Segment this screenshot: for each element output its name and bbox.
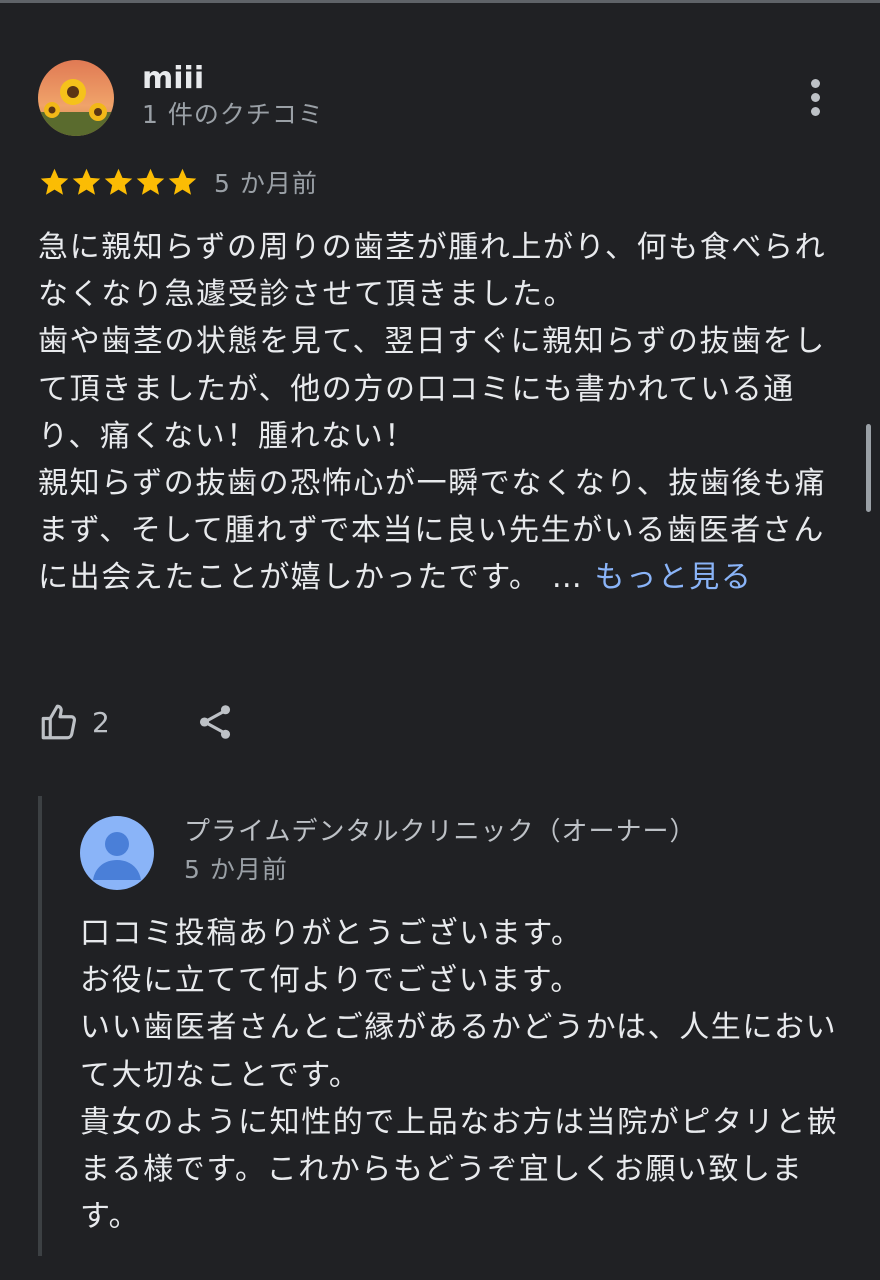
scrollbar[interactable] xyxy=(866,424,871,512)
review-paragraph: 歯や歯茎の状態を見て、翌日すぐに親知らずの抜歯をして頂きましたが、他の方の口コミ… xyxy=(38,324,826,454)
reviewer-review-count[interactable]: 1 件のクチコミ xyxy=(142,98,324,132)
reply-indent-bar xyxy=(38,796,42,1256)
review-actions: 2 xyxy=(38,696,236,748)
sunflower-avatar-image xyxy=(38,60,114,136)
owner-name: プライムデンタルクリニック（オーナー） xyxy=(184,817,697,847)
reviewer-avatar[interactable] xyxy=(38,60,114,136)
star-icon xyxy=(72,168,101,195)
star-icon xyxy=(104,168,133,195)
person-icon xyxy=(80,816,154,890)
star-icon xyxy=(136,168,165,195)
review-paragraph: 急に親知らずの周りの歯茎が腫れ上がり、何も食べられなくなり急遽受診させて頂きまし… xyxy=(38,230,827,313)
reviewer-name[interactable]: miii xyxy=(142,60,204,98)
like-button[interactable]: 2 xyxy=(38,701,110,743)
like-count: 2 xyxy=(92,705,110,739)
reply-time: 5 か月前 xyxy=(184,855,288,884)
owner-reply-text: 口コミ投稿ありがとうございます。 お役に立てて何よりでございます。 いい歯医者さ… xyxy=(80,910,840,1240)
reply-paragraph: 貴女のように知性的で上品なお方は当院がピタリと嵌まる様です。これからもどうぞ宜し… xyxy=(80,1104,839,1235)
star-icon xyxy=(40,168,69,195)
top-divider xyxy=(0,0,880,3)
reply-paragraph: 口コミ投稿ありがとうございます。 xyxy=(80,916,583,951)
share-button[interactable] xyxy=(194,701,236,743)
thumb-up-icon xyxy=(41,704,77,740)
owner-avatar[interactable] xyxy=(80,816,154,890)
star-icon xyxy=(168,168,197,195)
reply-paragraph: いい歯医者さんとご縁があるかどうかは、人生において大切なことです。 xyxy=(80,1010,838,1093)
review-header: miii 1 件のクチコミ xyxy=(38,60,838,140)
reply-paragraph: お役に立てて何よりでございます。 xyxy=(80,963,582,999)
more-vert-icon xyxy=(810,79,820,88)
review-text: 急に親知らずの周りの歯茎が腫れ上がり、何も食べられなくなり急遽受診させて頂きまし… xyxy=(38,224,828,602)
review-paragraph: 親知らずの抜歯の恐怖心が一瞬でなくなり、抜歯後も痛まず、そして腫れずで本当に良い… xyxy=(38,460,828,602)
ellipsis: … xyxy=(540,560,584,596)
review-time: 5 か月前 xyxy=(214,169,318,198)
share-icon xyxy=(199,705,230,739)
more-options-button[interactable] xyxy=(800,76,830,120)
star-rating xyxy=(38,166,198,199)
rating-row: 5 か月前 xyxy=(38,162,318,202)
more-link[interactable]: もっと見る xyxy=(595,560,753,595)
